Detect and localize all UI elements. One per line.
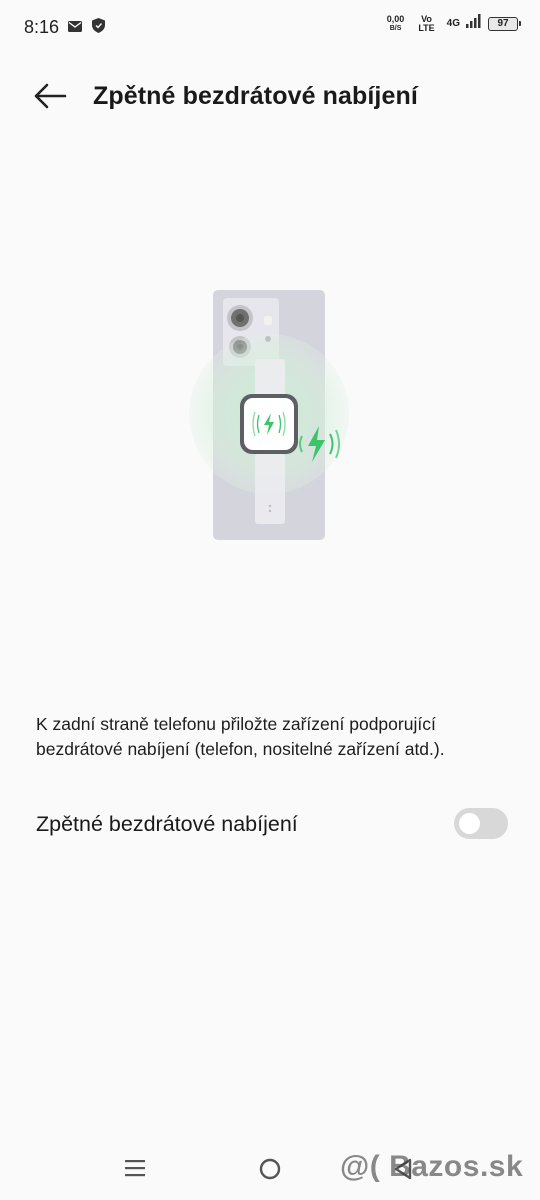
mail-icon [68, 19, 82, 37]
network-type: 4G [446, 17, 460, 29]
navigation-bar: @( Bazos.sk [0, 1140, 540, 1200]
reverse-charging-illustration [180, 284, 360, 546]
watermark: @( Bazos.sk [340, 1150, 524, 1183]
status-time: 8:16 [24, 17, 60, 37]
app-header: Zpětné bezdrátové nabíjení [0, 70, 540, 124]
status-notification-icons [68, 18, 105, 38]
description-text: K zadní straně telefonu přiložte zařízen… [36, 714, 445, 759]
arrow-left-icon [33, 83, 67, 114]
battery-icon: 97 [488, 16, 521, 31]
reverse-charging-toggle[interactable] [454, 808, 508, 839]
network-speed: 0,00 B/S [386, 13, 405, 33]
status-system-icons: 0,00 B/S Vo LTE 4G 97 [386, 13, 521, 33]
watch-band-bottom [255, 454, 285, 524]
toggle-knob [459, 813, 480, 834]
shield-icon [92, 18, 105, 38]
network-speed-value: 0,00 [386, 13, 405, 24]
signal-icon [466, 14, 482, 33]
battery-level: 97 [497, 17, 509, 29]
menu-icon[interactable] [124, 1158, 146, 1183]
page-title: Zpětné bezdrátové nabíjení [93, 82, 418, 110]
back-button[interactable] [30, 78, 70, 118]
reverse-charging-label: Zpětné bezdrátové nabíjení [36, 812, 298, 836]
status-bar: 8:16 0,00 B/S Vo LTE 4G 97 [0, 0, 540, 56]
home-icon[interactable] [258, 1157, 282, 1186]
reverse-charging-setting-row[interactable]: Zpětné bezdrátové nabíjení [36, 803, 508, 847]
network-speed-unit: B/S [389, 24, 402, 32]
volte-indicator: Vo LTE [418, 14, 435, 33]
volte-bottom: LTE [418, 22, 435, 33]
